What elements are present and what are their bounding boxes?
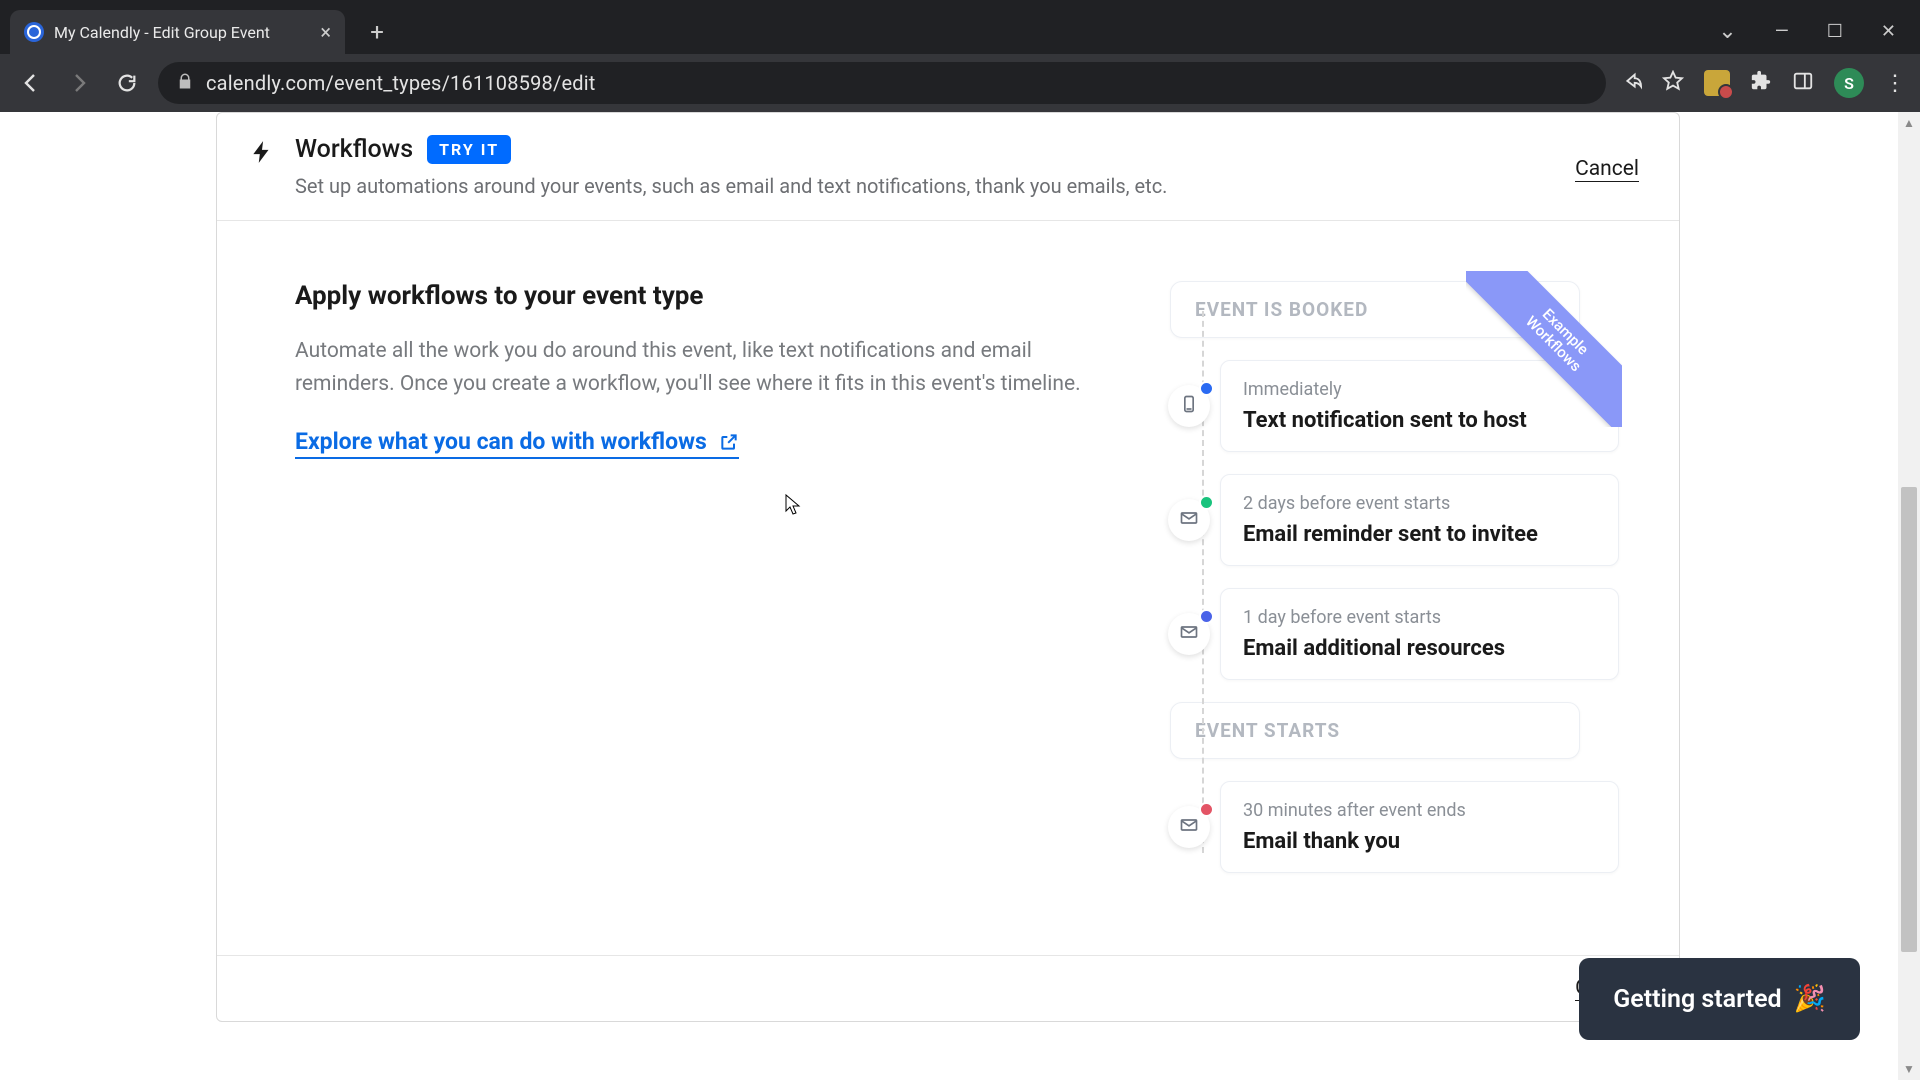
close-window-icon[interactable]: ✕ (1881, 21, 1896, 42)
explore-link-text: Explore what you can do with workflows (295, 428, 707, 455)
card-when: 2 days before event starts (1243, 493, 1596, 514)
workflows-panel: Workflows TRY IT Set up automations arou… (216, 112, 1680, 1022)
tab-title: My Calendly - Edit Group Event (54, 23, 312, 42)
panel-footer: Cancel (217, 955, 1679, 1021)
lock-icon (176, 72, 194, 94)
vertical-scrollbar[interactable]: ▲ ▼ (1898, 112, 1920, 1080)
getting-started-label: Getting started (1613, 985, 1781, 1014)
phone-icon (1168, 385, 1210, 427)
url-text: calendly.com/event_types/161108598/edit (206, 71, 596, 95)
tab-favicon (24, 22, 44, 42)
close-tab-icon[interactable]: × (320, 20, 331, 44)
address-bar[interactable]: calendly.com/event_types/161108598/edit (158, 62, 1606, 104)
card-what: Email reminder sent to invitee (1243, 522, 1596, 547)
getting-started-button[interactable]: Getting started 🎉 (1579, 958, 1860, 1040)
maximize-icon[interactable]: ☐ (1827, 21, 1843, 42)
forward-button[interactable] (62, 66, 96, 100)
timeline-card: 30 minutes after event ends Email thank … (1220, 781, 1619, 873)
back-button[interactable] (14, 66, 48, 100)
window-controls: ⌄ ― ☐ ✕ (1718, 19, 1920, 54)
example-workflows-ribbon: Example Workflows (1466, 271, 1622, 427)
panel-subtitle: Set up automations around your events, s… (295, 174, 1575, 198)
try-it-badge[interactable]: TRY IT (427, 135, 511, 164)
timeline-card: 1 day before event starts Email addition… (1220, 588, 1619, 680)
card-what: Email additional resources (1243, 636, 1596, 661)
scrollbar-thumb[interactable] (1901, 487, 1917, 952)
apply-description: Automate all the work you do around this… (295, 335, 1115, 400)
extensions-icon[interactable] (1750, 70, 1772, 96)
new-tab-button[interactable]: + (359, 14, 395, 50)
card-when: 30 minutes after event ends (1243, 800, 1596, 821)
timeline-card: 2 days before event starts Email reminde… (1220, 474, 1619, 566)
card-when: 1 day before event starts (1243, 607, 1596, 628)
panel-header: Workflows TRY IT Set up automations arou… (217, 113, 1679, 220)
profile-avatar[interactable]: S (1834, 68, 1864, 98)
workflows-bolt-icon (249, 139, 275, 169)
external-link-icon (719, 432, 739, 452)
browser-toolbar: calendly.com/event_types/161108598/edit … (0, 54, 1920, 112)
cancel-link[interactable]: Cancel (1575, 157, 1639, 182)
event-starts-pill: EVENT STARTS (1170, 702, 1580, 759)
tabs-dropdown-icon[interactable]: ⌄ (1718, 19, 1736, 44)
explore-workflows-link[interactable]: Explore what you can do with workflows (295, 428, 739, 459)
mouse-cursor-icon (784, 493, 804, 521)
extension-badge-icon[interactable] (1704, 70, 1730, 96)
apply-heading: Apply workflows to your event type (295, 281, 1150, 311)
share-icon[interactable] (1620, 70, 1642, 96)
browser-menu-icon[interactable]: ⋮ (1884, 71, 1906, 96)
sidepanel-icon[interactable] (1792, 70, 1814, 96)
envelope-icon (1168, 806, 1210, 848)
panel-title: Workflows (295, 135, 413, 164)
browser-tab-strip: My Calendly - Edit Group Event × + ⌄ ― ☐… (0, 0, 1920, 54)
card-what: Email thank you (1243, 829, 1596, 854)
envelope-icon (1168, 613, 1210, 655)
party-popper-icon: 🎉 (1794, 984, 1826, 1014)
reload-button[interactable] (110, 66, 144, 100)
bookmark-icon[interactable] (1662, 70, 1684, 96)
ribbon-line-2: Workflows (1466, 271, 1622, 427)
browser-tab[interactable]: My Calendly - Edit Group Event × (10, 10, 345, 54)
page-content: ▲ ▼ Workflows TRY IT Set up automations … (0, 112, 1920, 1080)
minimize-icon[interactable]: ― (1775, 21, 1789, 42)
envelope-icon (1168, 499, 1210, 541)
